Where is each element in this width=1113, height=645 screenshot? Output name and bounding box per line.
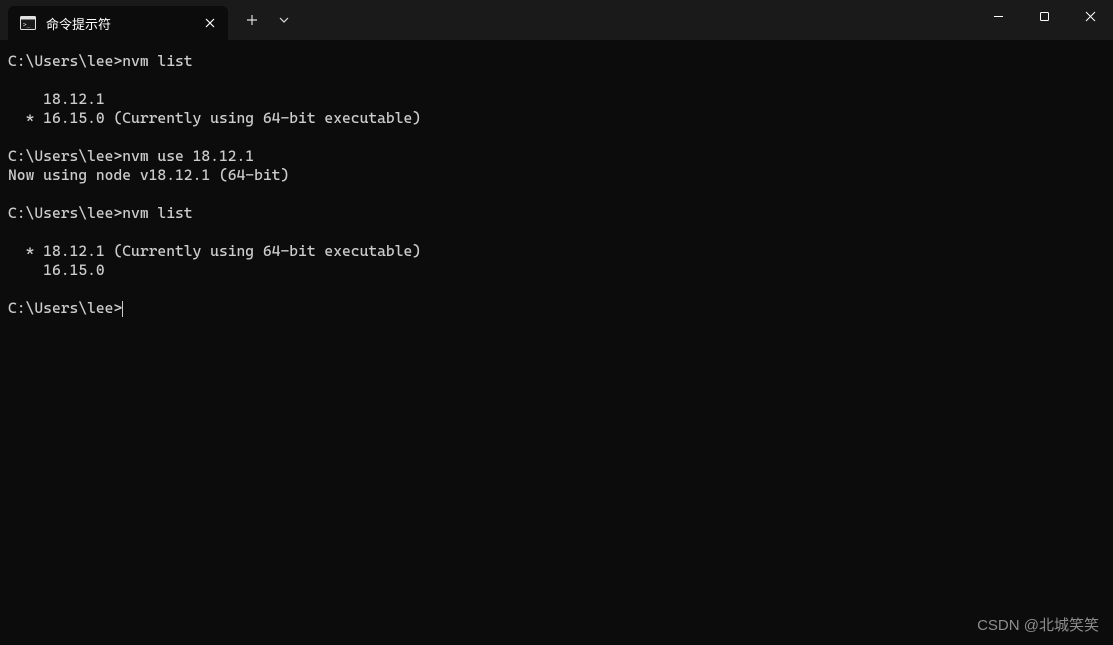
maximize-button[interactable]	[1021, 0, 1067, 32]
tab-title: 命令提示符	[46, 14, 111, 33]
new-tab-button[interactable]	[234, 4, 270, 36]
close-window-button[interactable]	[1067, 0, 1113, 32]
minimize-button[interactable]	[975, 0, 1021, 32]
tab-dropdown-button[interactable]	[270, 4, 298, 36]
tab-left: >_ 命令提示符	[20, 14, 111, 33]
close-tab-button[interactable]	[200, 13, 220, 33]
cursor	[122, 301, 123, 317]
tab-active[interactable]: >_ 命令提示符	[8, 6, 228, 40]
cmd-icon: >_	[20, 15, 36, 31]
terminal-output: C:\Users\lee>nvm list 18.12.1 * 16.15.0 …	[8, 52, 1105, 318]
tab-actions	[234, 0, 298, 40]
svg-text:>_: >_	[23, 22, 31, 29]
titlebar: >_ 命令提示符	[0, 0, 1113, 40]
watermark: CSDN @北城笑笑	[977, 614, 1099, 635]
window-controls	[975, 0, 1113, 36]
terminal-content[interactable]: C:\Users\lee>nvm list 18.12.1 * 16.15.0 …	[0, 40, 1113, 330]
